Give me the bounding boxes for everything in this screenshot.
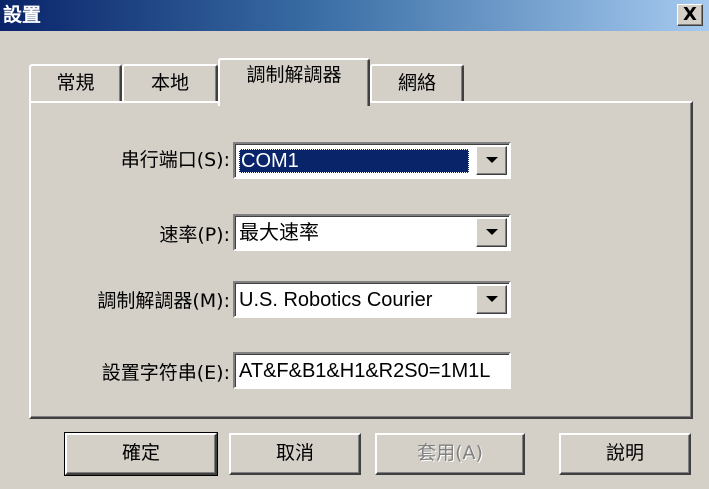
speed-dropdown[interactable]: 最大速率 (233, 214, 511, 251)
title-bar[interactable]: 設置 X (0, 0, 709, 31)
dropdown-button[interactable] (476, 146, 507, 175)
chevron-down-icon (486, 296, 498, 302)
close-icon: X (683, 4, 697, 25)
tab-label: 常規 (56, 72, 95, 94)
tab-network[interactable]: 網絡 (370, 64, 464, 102)
ok-button[interactable]: 確定 (64, 432, 218, 476)
init-string-value: AT&F&B1&H1&R2S0=1M1L (239, 360, 491, 382)
apply-button[interactable]: 套用(A) (375, 433, 525, 475)
tab-label: 調制解調器 (246, 64, 342, 86)
speed-label: 速率(P): (159, 224, 230, 246)
tab-label: 本地 (150, 72, 189, 94)
modem-dropdown[interactable]: U.S. Robotics Courier (233, 281, 511, 318)
dropdown-button[interactable] (476, 285, 507, 314)
serial-port-value: COM1 (239, 149, 469, 173)
serial-port-dropdown[interactable]: COM1 (233, 142, 511, 179)
window-title: 設置 (3, 4, 42, 26)
close-button[interactable]: X (677, 4, 703, 26)
chevron-down-icon (486, 229, 498, 235)
serial-port-label: 串行端口(S): (120, 149, 230, 171)
init-string-label: 設置字符串(E): (101, 362, 230, 384)
modem-value: U.S. Robotics Courier (239, 289, 433, 311)
dropdown-button[interactable] (476, 218, 507, 247)
tab-local[interactable]: 本地 (122, 64, 218, 102)
speed-value: 最大速率 (239, 222, 319, 244)
tab-label: 網絡 (397, 72, 436, 94)
chevron-down-icon (486, 157, 498, 163)
init-string-input[interactable]: AT&F&B1&H1&R2S0=1M1L (233, 352, 511, 389)
help-button[interactable]: 說明 (559, 433, 691, 475)
tab-modem[interactable]: 調制解調器 (218, 58, 370, 106)
tab-general[interactable]: 常規 (29, 64, 122, 102)
modem-label: 調制解調器(M): (97, 290, 230, 312)
cancel-button[interactable]: 取消 (229, 433, 361, 475)
